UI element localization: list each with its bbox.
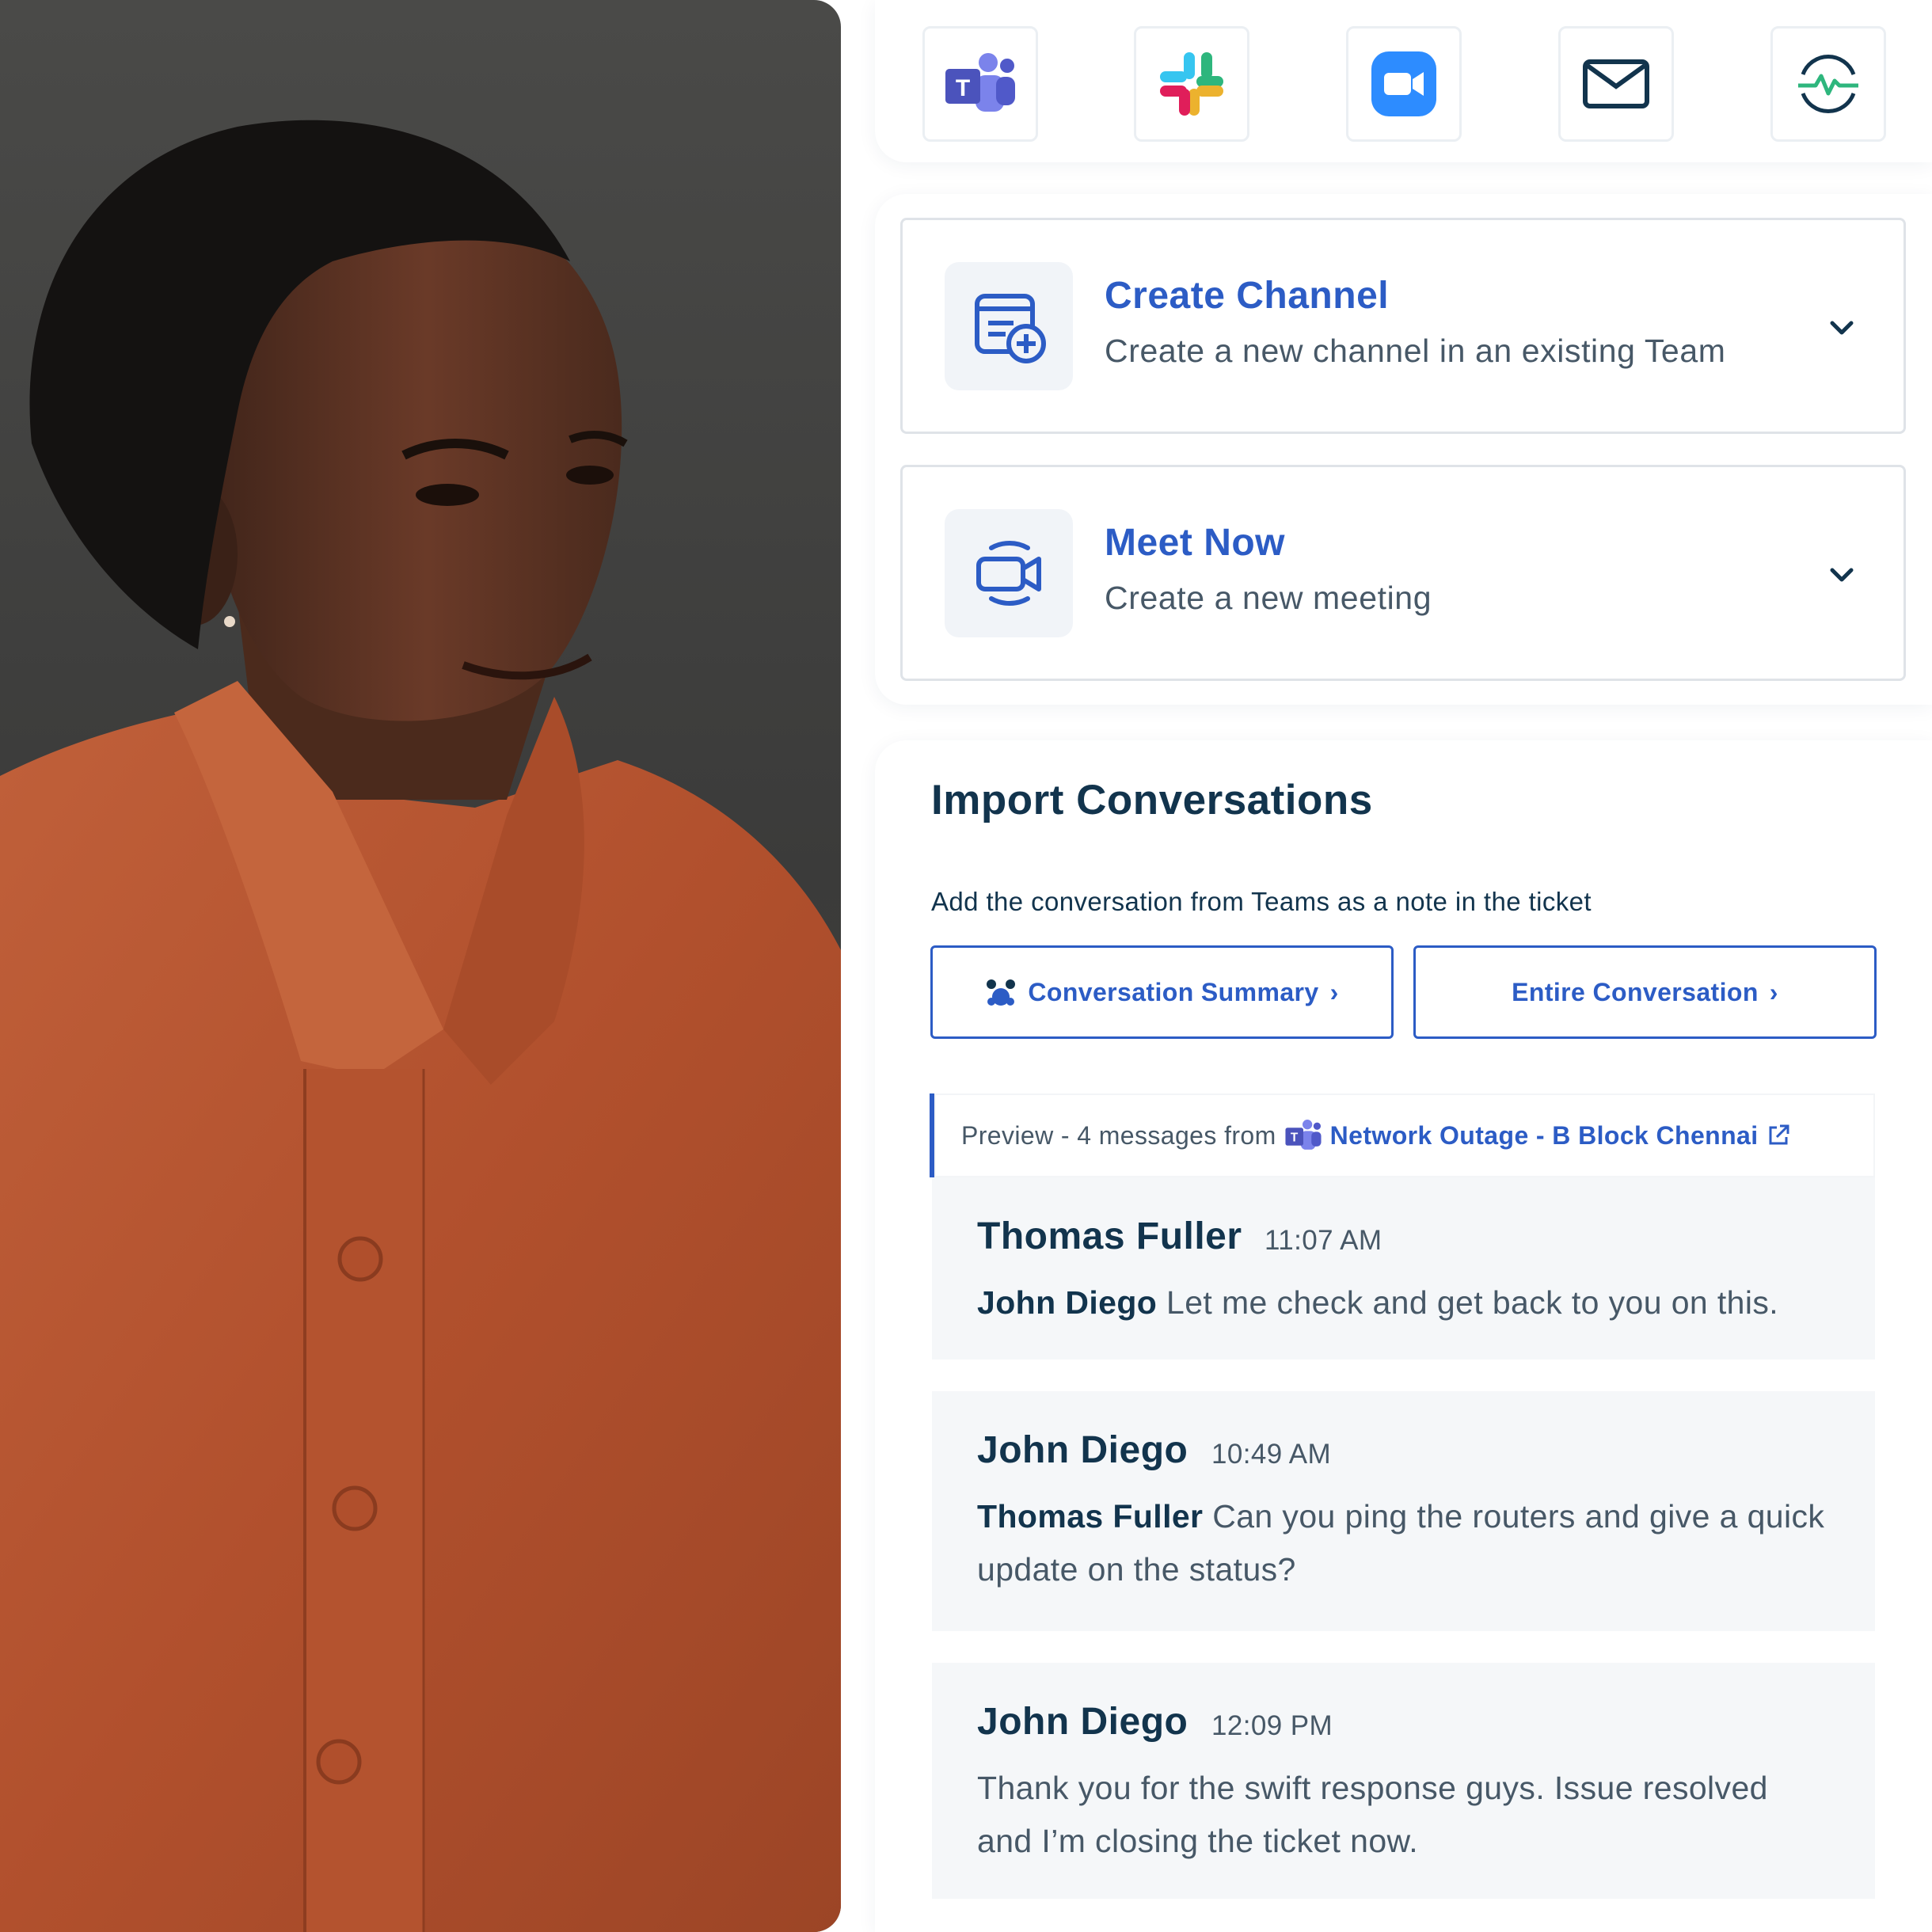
message-time: 11:07 AM	[1265, 1225, 1382, 1256]
create-channel-icon	[975, 294, 1046, 363]
create-channel-title: Create Channel	[1105, 275, 1390, 317]
meet-now-subtitle: Create a new meeting	[1105, 580, 1432, 616]
preview-header: Preview - 4 messages from T Network Outa…	[930, 1093, 1875, 1177]
chevron-down-icon[interactable]	[1827, 314, 1856, 342]
integration-zoom[interactable]	[1346, 26, 1462, 142]
message-body: Let me check and get back to you on this…	[1157, 1284, 1779, 1321]
zoom-icon	[1371, 51, 1436, 116]
svg-text:T: T	[1291, 1131, 1299, 1145]
message-time: 12:09 PM	[1211, 1710, 1333, 1741]
message-author: John Diego	[977, 1429, 1188, 1471]
import-conversations-title: Import Conversations	[931, 777, 1373, 823]
photo-illustration	[0, 120, 841, 1932]
entire-conversation-label: Entire Conversation	[1512, 977, 1759, 1006]
create-channel-card[interactable]: Create Channel Create a new channel in a…	[900, 218, 1906, 434]
mail-icon	[1583, 59, 1649, 108]
message-mention: Thomas Fuller	[977, 1498, 1204, 1535]
meet-now-card[interactable]: Meet Now Create a new meeting	[900, 465, 1906, 681]
video-meeting-icon	[976, 541, 1041, 606]
message-body: Thank you for the swift response guys. I…	[977, 1770, 1768, 1859]
create-channel-subtitle: Create a new channel in an existing Team	[1105, 333, 1726, 369]
svg-text:T: T	[956, 75, 970, 101]
teams-icon: T	[945, 53, 1015, 112]
message-author: John Diego	[977, 1701, 1188, 1743]
preview-source-link[interactable]: Network Outage - B Block Chennai	[1330, 1121, 1759, 1150]
slack-icon	[1160, 52, 1223, 116]
integration-slack[interactable]	[1134, 26, 1249, 142]
message-card: John Diego 12:09 PM Thank you for the sw…	[932, 1663, 1875, 1899]
conversation-summary-label: Conversation Summary	[1028, 977, 1319, 1006]
preview-prefix: Preview - 4 messages from	[961, 1120, 1276, 1150]
import-description: Add the conversation from Teams as a not…	[931, 887, 1592, 916]
message-card: John Diego 10:49 AM Thomas Fuller Can yo…	[932, 1391, 1875, 1631]
external-link-icon[interactable]	[1767, 1124, 1790, 1147]
create-channel-icon-box	[945, 262, 1073, 390]
integration-monitoring[interactable]	[1770, 26, 1886, 142]
message-card: Thomas Fuller 11:07 AM John Diego Let me…	[932, 1177, 1875, 1360]
message-text: Thomas Fuller Can you ping the routers a…	[977, 1490, 1832, 1596]
chevron-down-icon[interactable]	[1827, 561, 1856, 589]
message-time: 10:49 AM	[1211, 1439, 1332, 1470]
message-mention: John Diego	[977, 1284, 1158, 1321]
message-author: Thomas Fuller	[977, 1215, 1242, 1257]
ai-sparkle-icon	[987, 979, 1016, 1006]
meet-now-title: Meet Now	[1105, 522, 1286, 564]
person-photo	[0, 0, 841, 1932]
pulse-monitor-icon	[1798, 54, 1858, 114]
entire-conversation-button[interactable]: Entire Conversation ›	[1413, 945, 1877, 1039]
integration-email[interactable]	[1558, 26, 1674, 142]
chevron-right-icon: ›	[1769, 977, 1778, 1006]
message-text: John Diego Let me check and get back to …	[977, 1276, 1832, 1329]
message-text: Thank you for the swift response guys. I…	[977, 1762, 1832, 1868]
teams-icon: T	[1285, 1120, 1322, 1150]
integration-teams[interactable]: T	[922, 26, 1038, 142]
meet-now-icon-box	[945, 509, 1073, 637]
chevron-right-icon: ›	[1329, 977, 1339, 1006]
conversation-summary-button[interactable]: Conversation Summary ›	[930, 945, 1394, 1039]
